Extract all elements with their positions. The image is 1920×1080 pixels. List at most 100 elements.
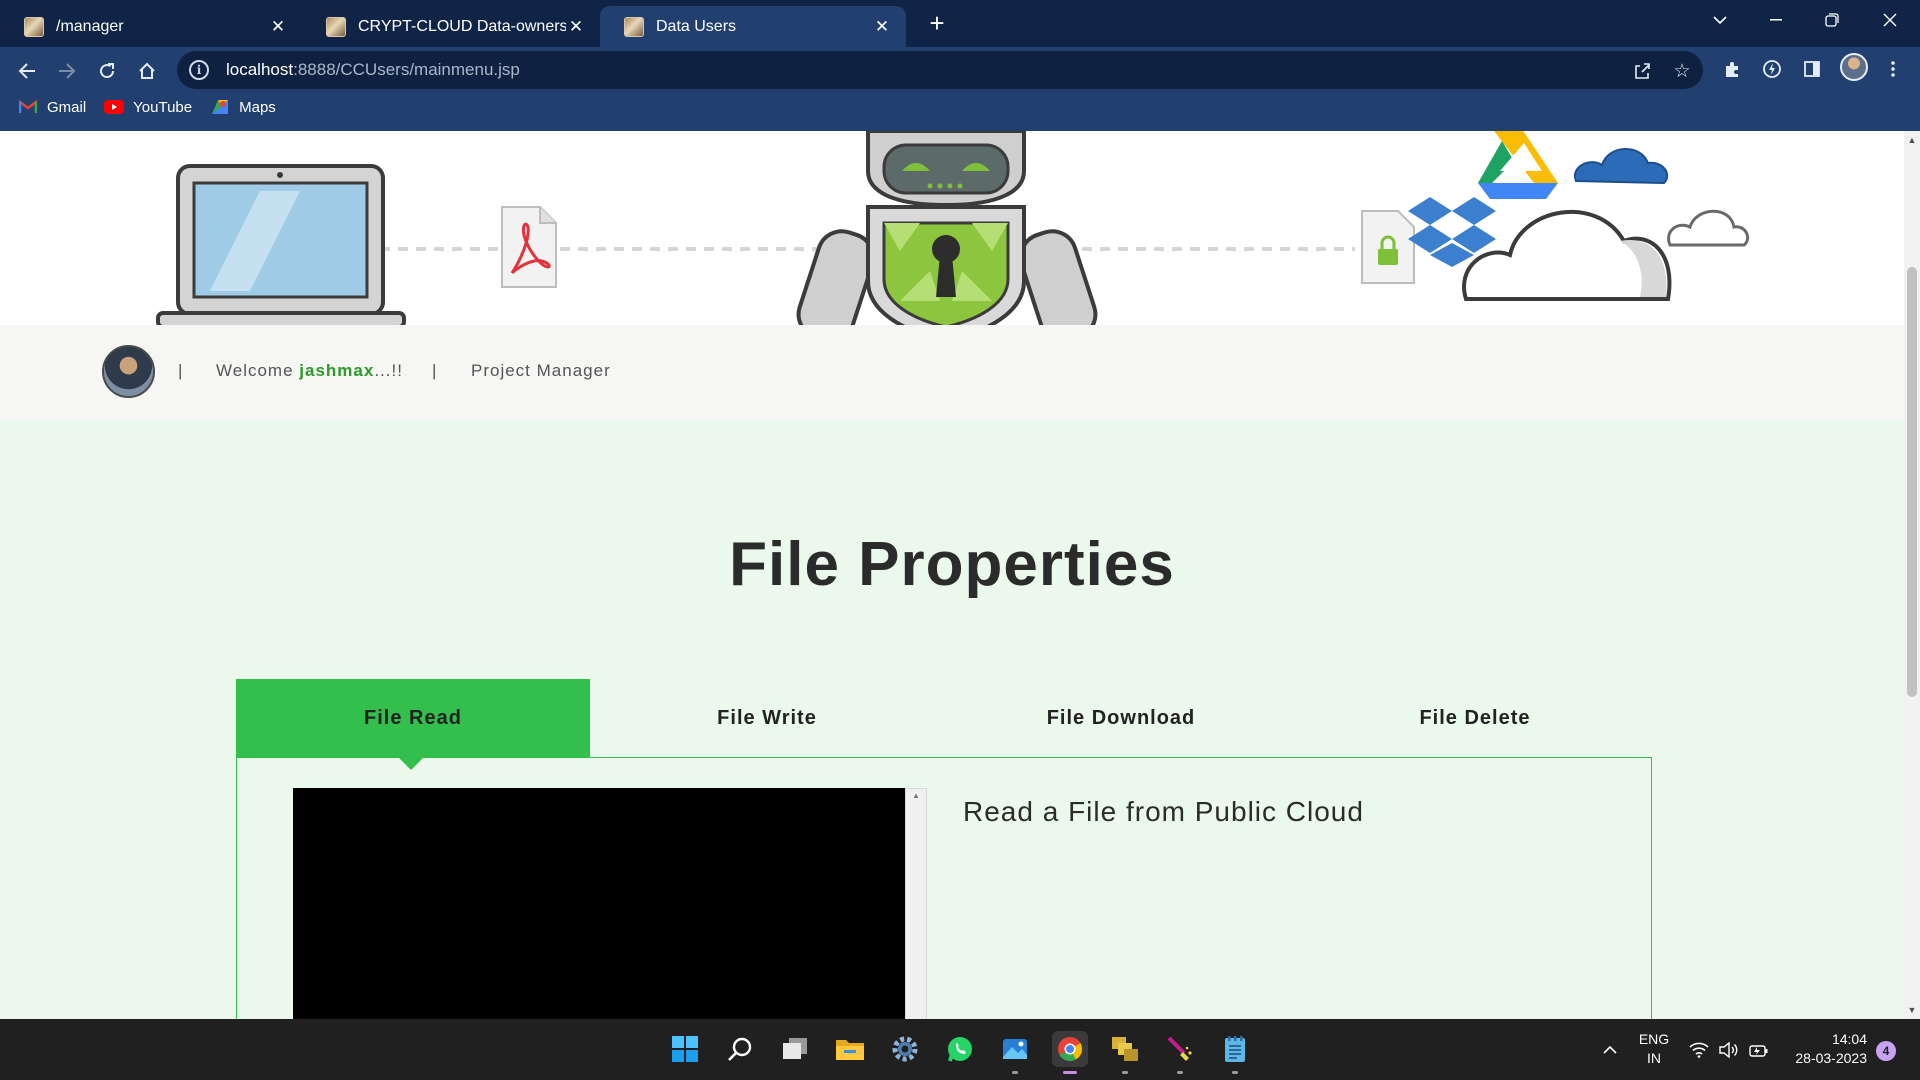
welcome-suffix: ...!! <box>374 361 403 380</box>
tab-file-read[interactable]: File Read <box>236 679 590 770</box>
site-info-icon[interactable]: i <box>189 60 209 80</box>
locked-file-icon <box>1361 210 1415 284</box>
welcome-message: Welcome jashmax...!! <box>216 361 403 381</box>
app-running-indicator <box>1177 1071 1183 1074</box>
app-running-indicator <box>1012 1071 1018 1074</box>
scrollbar-thumb[interactable] <box>1907 267 1917 697</box>
user-info-bar: | Welcome jashmax...!! | Project Manager <box>0 325 1904 420</box>
search-icon[interactable] <box>722 1031 758 1067</box>
browser-tabstrip: /manager ✕ CRYPT-CLOUD Data-owners ✕ Dat… <box>0 0 1920 47</box>
bookmarks-bar: Gmail YouTube Maps <box>0 92 1920 122</box>
bookmark-label: Gmail <box>47 98 87 116</box>
photos-icon[interactable] <box>997 1031 1033 1074</box>
tab-file-delete[interactable]: File Delete <box>1298 679 1652 758</box>
video-player[interactable] <box>293 788 905 1019</box>
browser-tab-data-owners[interactable]: CRYPT-CLOUD Data-owners ✕ <box>302 6 600 47</box>
file-read-panel: ▲ Read a File from Public Cloud <box>236 757 1652 1019</box>
header-banner <box>0 131 1904 325</box>
small-cloud-icon <box>1667 209 1750 247</box>
tab-favicon-icon <box>24 16 44 37</box>
stacked-files-icon[interactable] <box>1107 1031 1143 1074</box>
paint-brush-icon[interactable] <box>1162 1031 1198 1074</box>
side-panel-icon[interactable] <box>1799 56 1825 82</box>
more-menu-icon[interactable] <box>1880 56 1906 82</box>
bookmark-star-icon[interactable]: ☆ <box>1671 60 1693 82</box>
forward-icon[interactable] <box>49 53 85 89</box>
restore-icon[interactable] <box>1804 0 1860 40</box>
share-icon[interactable] <box>1631 60 1653 82</box>
plus-icon: + <box>929 7 945 38</box>
notepad-icon[interactable] <box>1217 1031 1253 1074</box>
reload-icon[interactable] <box>89 53 125 89</box>
maps-icon <box>210 99 230 115</box>
page-scrollbar[interactable]: ▲ ▼ <box>1904 131 1920 1019</box>
separator: | <box>178 361 184 380</box>
pdf-document-icon <box>501 206 557 288</box>
scroll-up-arrow-icon[interactable]: ▲ <box>906 791 926 800</box>
onedrive-cloud-icon <box>1573 148 1669 185</box>
clock-time: 14:04 <box>1831 1031 1867 1047</box>
app-running-indicator <box>1232 1071 1238 1074</box>
tab-title: /manager <box>56 17 124 35</box>
gmail-icon <box>18 99 38 115</box>
url-path: :8888/CCUsers/mainmenu.jsp <box>293 60 520 79</box>
bookmark-maps[interactable]: Maps <box>210 99 276 116</box>
battery-icon[interactable] <box>1746 1019 1772 1080</box>
user-role: Project Manager <box>471 361 611 380</box>
whatsapp-icon[interactable] <box>942 1031 978 1067</box>
windows-start-icon[interactable] <box>667 1031 703 1067</box>
wifi-icon[interactable] <box>1686 1019 1712 1080</box>
app-running-indicator <box>1122 1071 1128 1074</box>
robot-shield-icon <box>796 131 1098 325</box>
chrome-icon[interactable] <box>1052 1031 1088 1074</box>
scroll-up-arrow-icon[interactable]: ▲ <box>1904 133 1920 147</box>
close-tab-icon[interactable]: ✕ <box>566 17 586 37</box>
windows-taskbar: ENG IN 14:04 28-03-2023 4 <box>0 1019 1920 1080</box>
tab-favicon-icon <box>624 16 644 37</box>
close-tab-icon[interactable]: ✕ <box>268 17 288 37</box>
close-tab-icon[interactable]: ✕ <box>872 17 892 37</box>
clock-date: 28-03-2023 <box>1795 1050 1867 1066</box>
new-tab-button[interactable]: + <box>922 8 952 38</box>
browser-tab-manager[interactable]: /manager ✕ <box>0 6 302 47</box>
scroll-down-arrow-icon[interactable]: ▼ <box>1904 1003 1920 1017</box>
tab-search-icon[interactable] <box>1692 0 1748 40</box>
profile-avatar-icon[interactable] <box>1840 53 1868 81</box>
separator: | <box>432 361 438 380</box>
username: jashmax <box>299 361 375 380</box>
home-icon[interactable] <box>129 53 165 89</box>
bookmark-label: Maps <box>239 98 276 116</box>
google-drive-icon <box>1478 131 1558 199</box>
close-icon[interactable] <box>1862 0 1918 40</box>
show-hidden-icons-icon[interactable] <box>1598 1019 1622 1080</box>
tab-favicon-icon <box>326 16 346 37</box>
performance-icon[interactable] <box>1759 56 1785 82</box>
tab-title: CRYPT-CLOUD Data-owners <box>358 17 566 35</box>
bookmark-youtube[interactable]: YouTube <box>104 99 192 116</box>
app-running-indicator <box>1063 1071 1077 1074</box>
browser-tab-data-users[interactable]: Data Users ✕ <box>600 6 906 47</box>
notification-badge[interactable]: 4 <box>1876 1041 1896 1061</box>
address-url: localhost:8888/CCUsers/mainmenu.jsp <box>226 60 520 80</box>
url-host: localhost <box>226 60 294 79</box>
language-indicator[interactable]: ENG IN <box>1636 1030 1672 1068</box>
extensions-icon[interactable] <box>1719 56 1745 82</box>
tab-file-download[interactable]: File Download <box>944 679 1298 758</box>
file-explorer-icon[interactable] <box>832 1031 868 1067</box>
volume-icon[interactable] <box>1716 1019 1742 1080</box>
browser-toolbar: i localhost:8888/CCUsers/mainmenu.jsp ☆ … <box>0 47 1920 131</box>
bookmark-gmail[interactable]: Gmail <box>18 99 86 116</box>
cloud-security-illustration <box>156 131 1750 325</box>
minimize-icon[interactable] <box>1748 0 1804 40</box>
welcome-prefix: Welcome <box>216 361 300 380</box>
page-title: File Properties <box>729 530 1175 599</box>
system-clock[interactable]: 14:04 28-03-2023 <box>1787 1030 1867 1068</box>
tab-file-write[interactable]: File Write <box>590 679 944 758</box>
settings-icon[interactable] <box>887 1031 923 1067</box>
tab-title: Data Users <box>656 17 737 35</box>
user-avatar <box>102 345 155 398</box>
video-scrollbar[interactable]: ▲ <box>905 788 927 1019</box>
address-bar[interactable]: i localhost:8888/CCUsers/mainmenu.jsp ☆ <box>177 51 1703 89</box>
back-icon[interactable] <box>9 53 45 89</box>
task-view-icon[interactable] <box>777 1031 813 1067</box>
